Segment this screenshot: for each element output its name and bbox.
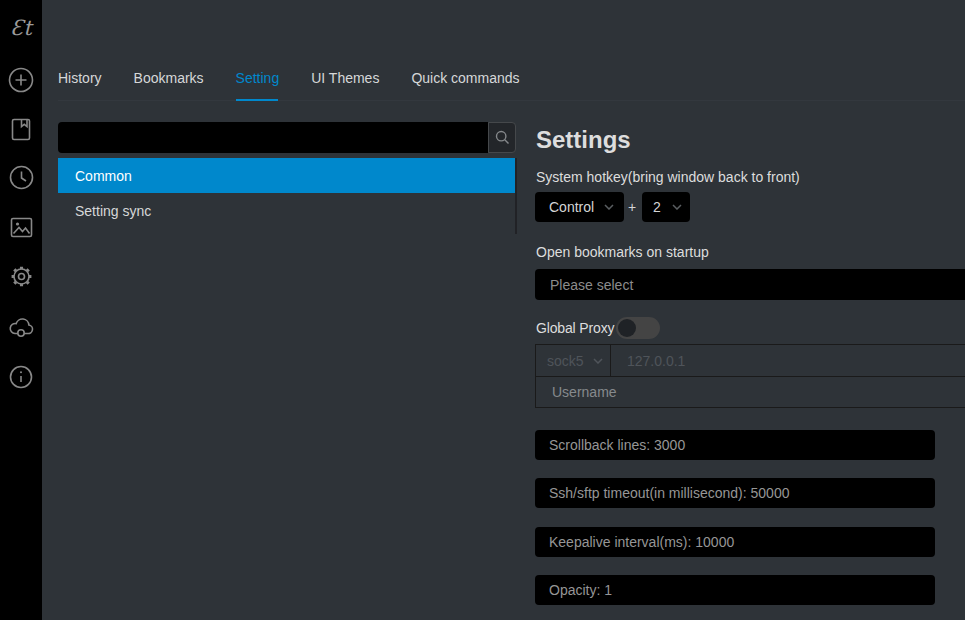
app-logo[interactable]: Ɛt bbox=[0, 16, 42, 40]
tab-setting[interactable]: Setting bbox=[236, 70, 280, 86]
bookmarks-icon[interactable] bbox=[0, 117, 42, 142]
hotkey-key-select[interactable]: 2 bbox=[642, 192, 690, 222]
settings-search-input[interactable] bbox=[58, 122, 488, 153]
chevron-down-icon bbox=[593, 358, 603, 364]
tab-ui-themes[interactable]: UI Themes bbox=[311, 70, 379, 86]
info-icon[interactable] bbox=[0, 365, 42, 389]
proxy-host-input[interactable]: 127.0.0.1 bbox=[611, 345, 965, 376]
themes-icon[interactable] bbox=[0, 215, 42, 240]
hotkey-plus: + bbox=[626, 192, 638, 222]
search-button[interactable] bbox=[488, 122, 516, 153]
new-session-icon[interactable] bbox=[0, 67, 42, 93]
global-proxy-label: Global Proxy bbox=[536, 320, 614, 336]
hotkey-label: System hotkey(bring window back to front… bbox=[536, 169, 800, 185]
tab-bar: History Bookmarks Setting UI Themes Quic… bbox=[58, 62, 965, 101]
tab-bookmarks[interactable]: Bookmarks bbox=[134, 70, 204, 86]
open-bookmarks-select[interactable]: Please select bbox=[535, 269, 965, 300]
page-title: Settings bbox=[536, 126, 631, 154]
proxy-row: sock5 127.0.0.1 bbox=[535, 344, 965, 377]
menu-item-common[interactable]: Common bbox=[58, 158, 515, 193]
chevron-down-icon bbox=[604, 204, 614, 210]
history-icon[interactable] bbox=[0, 165, 42, 190]
menu-item-setting-sync[interactable]: Setting sync bbox=[58, 193, 515, 228]
proxy-username-input[interactable]: Username bbox=[535, 376, 965, 408]
menu-scrollbar[interactable] bbox=[515, 158, 517, 234]
active-tab-indicator bbox=[236, 99, 278, 101]
search-icon bbox=[495, 130, 510, 145]
proxy-type-select[interactable]: sock5 bbox=[536, 345, 611, 376]
hotkey-modifier-select[interactable]: Control bbox=[535, 192, 624, 222]
sync-icon[interactable] bbox=[0, 315, 42, 339]
settings-menu: Common Setting sync bbox=[58, 158, 515, 228]
tab-history[interactable]: History bbox=[58, 70, 102, 86]
toggle-knob bbox=[618, 319, 636, 337]
global-proxy-toggle[interactable] bbox=[616, 317, 660, 339]
settings-page: Ɛt History Bookmarks Setting UI Themes Q… bbox=[0, 0, 965, 620]
chevron-down-icon bbox=[672, 204, 682, 210]
keepalive-interval-input[interactable]: Keepalive interval(ms): 10000 bbox=[535, 527, 935, 557]
sidebar: Ɛt bbox=[0, 0, 42, 620]
opacity-input[interactable]: Opacity: 1 bbox=[535, 575, 935, 605]
tab-quick-commands[interactable]: Quick commands bbox=[411, 70, 519, 86]
settings-icon[interactable] bbox=[0, 264, 42, 289]
open-bookmarks-label: Open bookmarks on startup bbox=[536, 244, 709, 260]
scrollback-lines-input[interactable]: Scrollback lines: 3000 bbox=[535, 430, 935, 460]
ssh-sftp-timeout-input[interactable]: Ssh/sftp timeout(in millisecond): 50000 bbox=[535, 478, 935, 508]
